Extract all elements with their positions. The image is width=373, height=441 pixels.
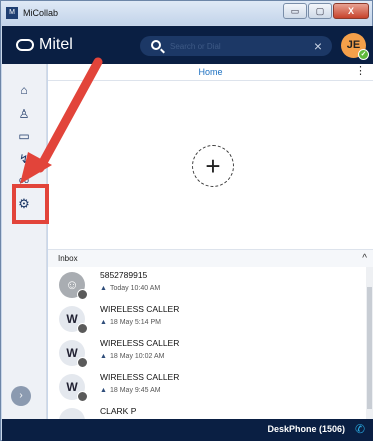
main-panel: Home ⋮ + Inbox ^ ☺ 5852789915 ▲ Today 10:… <box>48 64 373 419</box>
inbox-item-time: ▲ 18 May 9:45 AM <box>100 387 161 394</box>
home-header: Home ⋮ <box>48 64 373 81</box>
title-bar: M MiCollab ▭ ▢ X <box>1 1 372 25</box>
inbox-item[interactable]: CLARK P <box>48 403 366 419</box>
window-controls: ▭ ▢ X <box>283 3 369 19</box>
close-icon[interactable]: X <box>333 3 369 19</box>
presence-offline-icon <box>77 289 88 300</box>
home-icon[interactable]: ⌂ <box>14 80 34 100</box>
annotation-highlight-box <box>12 184 49 224</box>
app-header: Mitel × JE ✓ <box>2 26 373 64</box>
inbox-scrollbar[interactable] <box>366 267 373 419</box>
inbox-item-time-text: 18 May 10:02 AM <box>110 353 165 360</box>
window-title: MiCollab <box>23 8 59 18</box>
inbox-header[interactable]: Inbox ^ <box>48 249 373 267</box>
micollab-icon: M <box>6 7 18 19</box>
maximize-icon[interactable]: ▢ <box>308 3 332 19</box>
deskphone-label[interactable]: DeskPhone (1506) <box>267 424 345 434</box>
more-options-icon[interactable]: ⋮ <box>355 64 366 79</box>
caller-initial: W <box>66 380 78 394</box>
inbox-item-time-text: 18 May 5:14 PM <box>110 319 161 326</box>
mitel-logo-mark-icon <box>16 39 34 51</box>
inbox-list: ☺ 5852789915 ▲ Today 10:40 AM W WIRELESS … <box>48 267 366 419</box>
chevron-up-icon[interactable]: ^ <box>362 250 367 268</box>
search-input[interactable] <box>170 38 300 54</box>
inbox-item-time-text: 18 May 9:45 AM <box>110 387 161 394</box>
search-bar[interactable]: × <box>140 36 332 56</box>
inbox-item-time: ▲ 18 May 10:02 AM <box>100 353 164 360</box>
inbox-item-name: WIRELESS CALLER <box>100 304 180 314</box>
caller-avatar: W <box>59 340 88 368</box>
home-title: Home <box>198 67 223 77</box>
add-widget-button[interactable]: + <box>192 145 234 187</box>
mitel-logo: Mitel <box>16 36 73 54</box>
inbox-item-name: 5852789915 <box>100 270 148 280</box>
caller-avatar: W <box>59 306 88 334</box>
inbox-item-name: WIRELESS CALLER <box>100 372 180 382</box>
voicemail-icon: ▲ <box>100 353 107 360</box>
status-bar: DeskPhone (1506) ✆ <box>2 419 373 441</box>
user-avatar[interactable]: JE ✓ <box>341 33 369 60</box>
caller-initial: W <box>66 346 78 360</box>
inbox-item-time: ▲ Today 10:40 AM <box>100 285 160 292</box>
inbox-item-name: CLARK P <box>100 406 137 416</box>
sidebar: ⌂ ♙ ▭ ↯ oo ⚙ › <box>2 64 47 419</box>
inbox-title: Inbox <box>58 254 78 263</box>
clear-icon[interactable]: × <box>314 37 322 55</box>
presence-offline-icon <box>77 323 88 334</box>
caller-avatar: W <box>59 374 88 402</box>
inbox-item[interactable]: W WIRELESS CALLER ▲ 18 May 10:02 AM <box>48 335 366 369</box>
phone-icon[interactable]: ✆ <box>355 422 365 436</box>
presence-offline-icon <box>77 357 88 368</box>
search-icon[interactable] <box>151 40 161 50</box>
inbox-item-time: ▲ 18 May 5:14 PM <box>100 319 161 326</box>
voicemail-icon: ▲ <box>100 285 107 292</box>
caller-initial: W <box>66 312 78 326</box>
contact-avatar-icon: ☺ <box>59 272 88 300</box>
user-initials: JE <box>346 39 361 51</box>
logo-text: Mitel <box>39 36 73 53</box>
presence-offline-icon <box>77 391 88 402</box>
voicemail-icon: ▲ <box>100 387 107 394</box>
expand-sidebar-icon[interactable]: › <box>11 386 31 406</box>
voicemail-icon: ▲ <box>100 319 107 326</box>
presence-available-icon: ✓ <box>358 49 369 60</box>
user-icon[interactable]: ♙ <box>14 104 34 124</box>
caller-avatar <box>59 408 85 419</box>
inbox-item[interactable]: ☺ 5852789915 ▲ Today 10:40 AM <box>48 267 366 301</box>
chat-icon[interactable]: ▭ <box>14 126 34 146</box>
minimize-icon[interactable]: ▭ <box>283 3 307 19</box>
inbox-item[interactable]: W WIRELESS CALLER ▲ 18 May 9:45 AM <box>48 369 366 403</box>
calls-icon[interactable]: ↯ <box>14 149 34 169</box>
micollab-window: M MiCollab ▭ ▢ X Mitel × JE ✓ ⌂ ♙ ▭ ↯ oo… <box>0 0 373 441</box>
inbox-item[interactable]: W WIRELESS CALLER ▲ 18 May 5:14 PM <box>48 301 366 335</box>
scrollbar-thumb[interactable] <box>367 287 372 409</box>
inbox-item-name: WIRELESS CALLER <box>100 338 180 348</box>
inbox-item-time-text: Today 10:40 AM <box>110 285 161 292</box>
